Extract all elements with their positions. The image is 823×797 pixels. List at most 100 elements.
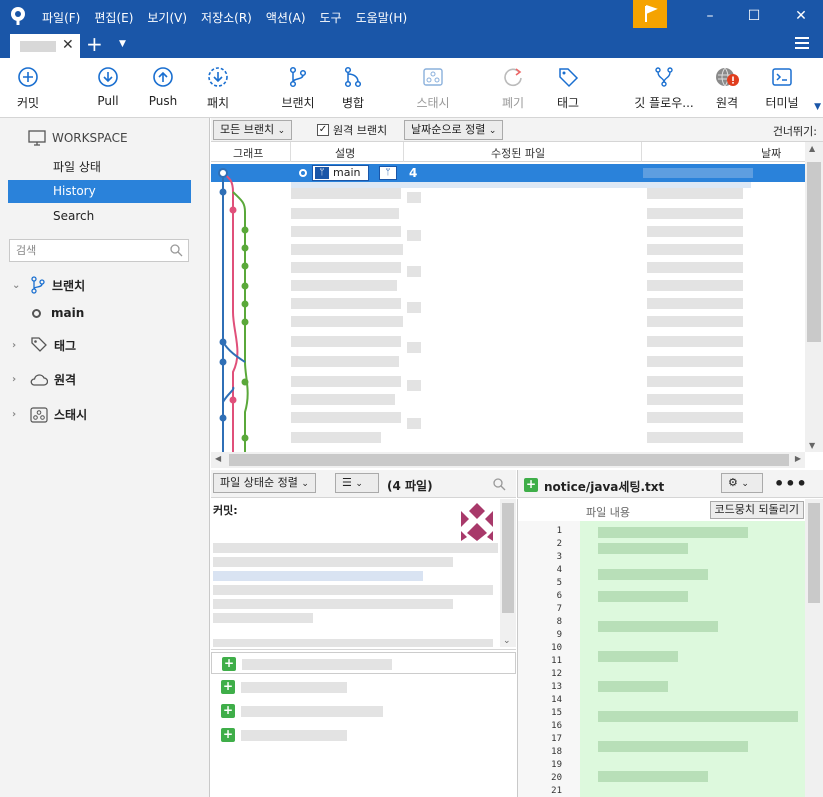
- more-options-icon[interactable]: •••: [774, 474, 808, 493]
- info-blur: [213, 639, 493, 647]
- pull-icon: [98, 67, 118, 87]
- commit-graph: [218, 168, 249, 452]
- stashes-header[interactable]: › 스태시: [12, 406, 87, 423]
- patch-button[interactable]: 패치: [188, 66, 248, 111]
- scroll-thumb[interactable]: [807, 162, 821, 342]
- line-number: 11: [551, 656, 562, 666]
- commit-button[interactable]: 커밋: [0, 66, 58, 111]
- gitflow-button[interactable]: 깃 플로우...: [632, 66, 696, 111]
- sidebar-item-history[interactable]: History: [8, 180, 191, 203]
- line-number: 14: [551, 695, 562, 705]
- sort-dropdown[interactable]: 날짜순으로 정렬 ⌄: [404, 120, 504, 140]
- line-blur: [598, 651, 678, 662]
- menu-file[interactable]: 파일(F): [42, 9, 80, 26]
- history-filter-bar: 모든 브랜치 ⌄ ✓ 원격 브랜치 날짜순으로 정렬 ⌄ 건너뛰기:: [211, 118, 823, 142]
- scroll-left-icon[interactable]: ◀: [215, 454, 221, 463]
- sidebar-item-search[interactable]: Search: [8, 205, 191, 228]
- sidebar-search-input[interactable]: 검색: [9, 239, 189, 262]
- flag-icon: [645, 5, 658, 22]
- menu-actions[interactable]: 액션(A): [266, 9, 306, 26]
- file-row[interactable]: +: [211, 724, 516, 746]
- menu-view[interactable]: 보기(V): [147, 9, 187, 26]
- file-row[interactable]: +: [211, 700, 516, 722]
- column-modified-files[interactable]: 수정된 파일: [491, 145, 545, 161]
- close-icon[interactable]: ✕: [793, 8, 809, 24]
- diff-options-dropdown[interactable]: ⚙ ⌄: [721, 473, 763, 493]
- diff-vertical-scrollbar[interactable]: [805, 499, 823, 797]
- column-description[interactable]: 설명: [335, 145, 355, 161]
- toolbar-overflow-icon[interactable]: ▼: [814, 102, 821, 112]
- search-icon: [170, 244, 183, 257]
- tab-dropdown-icon[interactable]: ▼: [119, 39, 126, 49]
- date-blur: [647, 316, 743, 327]
- file-row[interactable]: +: [211, 652, 516, 674]
- tags-header[interactable]: › 태그: [12, 336, 76, 354]
- diff-view[interactable]: 파일 내용 코드뭉치 되돌리기 1 2 3 4 5 6 7 8 9 10 11 …: [517, 499, 805, 797]
- stash-icon: [423, 68, 443, 86]
- selected-commit-row[interactable]: ᛘ main ᛘ 4: [211, 164, 805, 182]
- gear-icon: ⚙: [728, 476, 738, 489]
- scroll-down-icon[interactable]: ▼: [809, 441, 815, 450]
- menu-edit[interactable]: 편집(E): [94, 9, 133, 26]
- scroll-down-icon[interactable]: ⌄: [503, 636, 511, 646]
- added-lines: [580, 521, 805, 797]
- minimize-icon[interactable]: –: [702, 8, 718, 24]
- push-icon: [153, 67, 173, 87]
- menu-tools[interactable]: 도구: [320, 9, 342, 26]
- maximize-icon[interactable]: ☐: [746, 8, 762, 24]
- scroll-right-icon[interactable]: ▶: [795, 454, 801, 463]
- merge-button[interactable]: 병합: [323, 66, 383, 111]
- row-blur: [407, 342, 421, 353]
- menu-help[interactable]: 도움말(H): [356, 9, 408, 26]
- gitflow-icon: [655, 67, 673, 87]
- sidebar-branch-main[interactable]: main: [32, 306, 84, 320]
- remote-branches-checkbox[interactable]: ✓ 원격 브랜치: [317, 122, 387, 138]
- branch-button[interactable]: 브랜치: [268, 66, 328, 111]
- history-horizontal-scrollbar[interactable]: ◀ ▶: [211, 452, 805, 468]
- add-tab-icon[interactable]: +: [86, 33, 103, 55]
- line-number: 21: [551, 786, 562, 796]
- stash-icon: [30, 406, 48, 423]
- branches-header[interactable]: ⌄ 브랜치: [12, 276, 85, 294]
- remotes-header[interactable]: › 원격: [12, 371, 76, 388]
- view-mode-dropdown[interactable]: ☰ ⌄: [335, 473, 379, 493]
- added-file-icon: +: [221, 679, 235, 694]
- hamburger-menu-icon[interactable]: [795, 37, 809, 49]
- row-blur: [291, 356, 399, 367]
- diff-header: + notice/java세팅.txt ⚙ ⌄ •••: [517, 470, 823, 498]
- scroll-up-icon[interactable]: ▲: [809, 144, 815, 153]
- file-row[interactable]: +: [211, 676, 516, 698]
- terminal-button[interactable]: 터미널: [752, 66, 812, 111]
- revert-hunk-button[interactable]: 코드뭉치 되돌리기: [709, 501, 804, 519]
- info-scrollbar[interactable]: ⌄: [500, 499, 516, 647]
- remote-button[interactable]: 원격: [697, 66, 757, 111]
- tab-close-icon[interactable]: ✕: [62, 37, 74, 53]
- all-branches-dropdown[interactable]: 모든 브랜치 ⌄: [213, 120, 293, 140]
- checkbox-checked-icon: ✓: [317, 124, 329, 136]
- scroll-thumb[interactable]: [229, 454, 789, 466]
- pull-button[interactable]: Pull: [78, 66, 138, 108]
- diff-filename: notice/java세팅.txt: [544, 480, 665, 494]
- row-blur: [291, 336, 401, 347]
- stash-button[interactable]: 스태시: [403, 66, 463, 111]
- list-icon: ☰: [342, 476, 352, 489]
- history-list[interactable]: ᛘ main ᛘ 4: [211, 162, 805, 452]
- scroll-thumb[interactable]: [808, 503, 820, 603]
- sidebar-item-file-status[interactable]: 파일 상태: [8, 156, 191, 179]
- column-graph[interactable]: 그래프: [233, 145, 263, 161]
- column-date[interactable]: 날짜: [761, 145, 781, 161]
- scroll-thumb[interactable]: [502, 503, 514, 613]
- commit-info-panel: 커밋: ⌄: [211, 499, 516, 647]
- current-branch-icon: [32, 308, 41, 318]
- search-icon[interactable]: [493, 478, 506, 491]
- flag-button[interactable]: [633, 0, 667, 28]
- file-sort-dropdown[interactable]: 파일 상태순 정렬 ⌄: [213, 473, 316, 493]
- chevron-right-icon: ›: [12, 409, 17, 420]
- head-marker-icon: [299, 169, 307, 177]
- history-vertical-scrollbar[interactable]: ▲ ▼: [805, 142, 823, 452]
- push-button[interactable]: Push: [133, 66, 193, 108]
- menu-repository[interactable]: 저장소(R): [201, 9, 252, 26]
- tag-button[interactable]: 태그: [538, 66, 598, 111]
- discard-button[interactable]: 폐기: [483, 66, 543, 111]
- repo-tab[interactable]: ✕: [10, 34, 80, 58]
